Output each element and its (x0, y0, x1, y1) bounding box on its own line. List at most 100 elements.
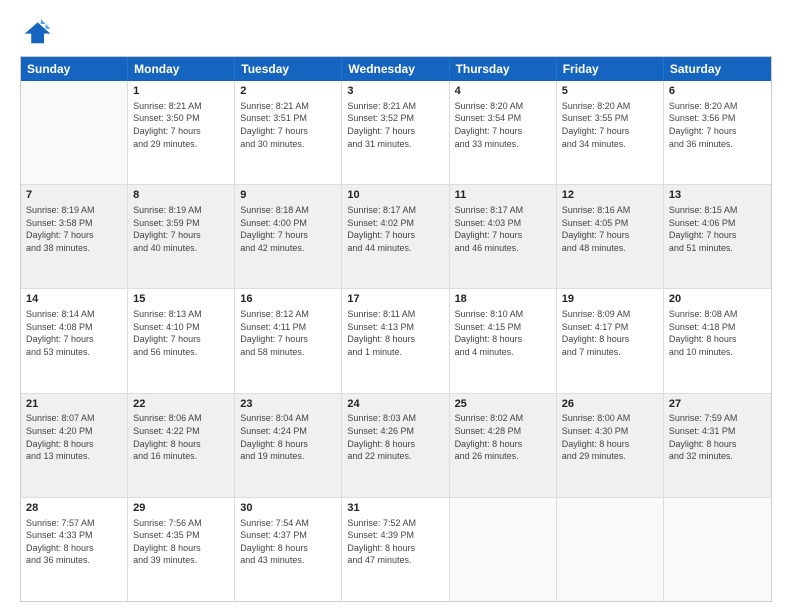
day-number: 16 (240, 292, 336, 307)
cell-info: Sunrise: 7:52 AM Sunset: 4:39 PM Dayligh… (347, 517, 443, 567)
calendar-cell (21, 81, 128, 184)
day-header-saturday: Saturday (664, 57, 771, 81)
calendar-cell: 19Sunrise: 8:09 AM Sunset: 4:17 PM Dayli… (557, 289, 664, 392)
cell-info: Sunrise: 8:04 AM Sunset: 4:24 PM Dayligh… (240, 412, 336, 462)
cell-info: Sunrise: 8:09 AM Sunset: 4:17 PM Dayligh… (562, 308, 658, 358)
day-number: 27 (669, 397, 766, 412)
day-number: 12 (562, 188, 658, 203)
calendar-cell: 26Sunrise: 8:00 AM Sunset: 4:30 PM Dayli… (557, 394, 664, 497)
calendar-week-2: 7Sunrise: 8:19 AM Sunset: 3:58 PM Daylig… (21, 184, 771, 288)
day-number: 31 (347, 501, 443, 516)
calendar-cell: 7Sunrise: 8:19 AM Sunset: 3:58 PM Daylig… (21, 185, 128, 288)
cell-info: Sunrise: 8:17 AM Sunset: 4:03 PM Dayligh… (455, 204, 551, 254)
cell-info: Sunrise: 8:12 AM Sunset: 4:11 PM Dayligh… (240, 308, 336, 358)
day-number: 10 (347, 188, 443, 203)
day-number: 30 (240, 501, 336, 516)
day-number: 28 (26, 501, 122, 516)
header (20, 16, 772, 48)
cell-info: Sunrise: 8:07 AM Sunset: 4:20 PM Dayligh… (26, 412, 122, 462)
logo-icon (20, 16, 52, 48)
calendar-cell: 20Sunrise: 8:08 AM Sunset: 4:18 PM Dayli… (664, 289, 771, 392)
cell-info: Sunrise: 8:21 AM Sunset: 3:52 PM Dayligh… (347, 100, 443, 150)
cell-info: Sunrise: 8:06 AM Sunset: 4:22 PM Dayligh… (133, 412, 229, 462)
cell-info: Sunrise: 8:21 AM Sunset: 3:50 PM Dayligh… (133, 100, 229, 150)
cell-info: Sunrise: 8:16 AM Sunset: 4:05 PM Dayligh… (562, 204, 658, 254)
day-number: 4 (455, 84, 551, 99)
day-number: 26 (562, 397, 658, 412)
calendar-cell: 16Sunrise: 8:12 AM Sunset: 4:11 PM Dayli… (235, 289, 342, 392)
day-number: 24 (347, 397, 443, 412)
day-number: 8 (133, 188, 229, 203)
day-header-thursday: Thursday (450, 57, 557, 81)
calendar-cell: 28Sunrise: 7:57 AM Sunset: 4:33 PM Dayli… (21, 498, 128, 601)
calendar-cell: 23Sunrise: 8:04 AM Sunset: 4:24 PM Dayli… (235, 394, 342, 497)
cell-info: Sunrise: 7:56 AM Sunset: 4:35 PM Dayligh… (133, 517, 229, 567)
day-number: 20 (669, 292, 766, 307)
day-number: 18 (455, 292, 551, 307)
calendar-cell: 30Sunrise: 7:54 AM Sunset: 4:37 PM Dayli… (235, 498, 342, 601)
calendar-cell (664, 498, 771, 601)
cell-info: Sunrise: 8:18 AM Sunset: 4:00 PM Dayligh… (240, 204, 336, 254)
day-number: 19 (562, 292, 658, 307)
cell-info: Sunrise: 8:03 AM Sunset: 4:26 PM Dayligh… (347, 412, 443, 462)
calendar-cell: 13Sunrise: 8:15 AM Sunset: 4:06 PM Dayli… (664, 185, 771, 288)
calendar-cell: 17Sunrise: 8:11 AM Sunset: 4:13 PM Dayli… (342, 289, 449, 392)
cell-info: Sunrise: 8:17 AM Sunset: 4:02 PM Dayligh… (347, 204, 443, 254)
calendar-cell: 29Sunrise: 7:56 AM Sunset: 4:35 PM Dayli… (128, 498, 235, 601)
cell-info: Sunrise: 8:14 AM Sunset: 4:08 PM Dayligh… (26, 308, 122, 358)
day-number: 17 (347, 292, 443, 307)
cell-info: Sunrise: 8:19 AM Sunset: 3:59 PM Dayligh… (133, 204, 229, 254)
calendar-cell: 21Sunrise: 8:07 AM Sunset: 4:20 PM Dayli… (21, 394, 128, 497)
day-number: 13 (669, 188, 766, 203)
calendar-cell: 6Sunrise: 8:20 AM Sunset: 3:56 PM Daylig… (664, 81, 771, 184)
cell-info: Sunrise: 8:20 AM Sunset: 3:54 PM Dayligh… (455, 100, 551, 150)
cell-info: Sunrise: 8:20 AM Sunset: 3:56 PM Dayligh… (669, 100, 766, 150)
day-number: 22 (133, 397, 229, 412)
day-number: 2 (240, 84, 336, 99)
day-header-wednesday: Wednesday (342, 57, 449, 81)
cell-info: Sunrise: 7:59 AM Sunset: 4:31 PM Dayligh… (669, 412, 766, 462)
day-number: 3 (347, 84, 443, 99)
calendar-cell: 10Sunrise: 8:17 AM Sunset: 4:02 PM Dayli… (342, 185, 449, 288)
calendar-cell: 3Sunrise: 8:21 AM Sunset: 3:52 PM Daylig… (342, 81, 449, 184)
day-number: 5 (562, 84, 658, 99)
cell-info: Sunrise: 8:19 AM Sunset: 3:58 PM Dayligh… (26, 204, 122, 254)
cell-info: Sunrise: 8:13 AM Sunset: 4:10 PM Dayligh… (133, 308, 229, 358)
calendar-cell: 2Sunrise: 8:21 AM Sunset: 3:51 PM Daylig… (235, 81, 342, 184)
calendar-week-4: 21Sunrise: 8:07 AM Sunset: 4:20 PM Dayli… (21, 393, 771, 497)
day-header-sunday: Sunday (21, 57, 128, 81)
day-number: 11 (455, 188, 551, 203)
cell-info: Sunrise: 8:11 AM Sunset: 4:13 PM Dayligh… (347, 308, 443, 358)
calendar-cell: 27Sunrise: 7:59 AM Sunset: 4:31 PM Dayli… (664, 394, 771, 497)
page: SundayMondayTuesdayWednesdayThursdayFrid… (0, 0, 792, 612)
cell-info: Sunrise: 8:08 AM Sunset: 4:18 PM Dayligh… (669, 308, 766, 358)
day-header-monday: Monday (128, 57, 235, 81)
day-number: 15 (133, 292, 229, 307)
logo (20, 16, 56, 48)
cell-info: Sunrise: 7:54 AM Sunset: 4:37 PM Dayligh… (240, 517, 336, 567)
day-number: 21 (26, 397, 122, 412)
calendar: SundayMondayTuesdayWednesdayThursdayFrid… (20, 56, 772, 602)
calendar-cell: 9Sunrise: 8:18 AM Sunset: 4:00 PM Daylig… (235, 185, 342, 288)
calendar-cell: 1Sunrise: 8:21 AM Sunset: 3:50 PM Daylig… (128, 81, 235, 184)
day-number: 7 (26, 188, 122, 203)
day-number: 25 (455, 397, 551, 412)
calendar-cell: 5Sunrise: 8:20 AM Sunset: 3:55 PM Daylig… (557, 81, 664, 184)
calendar-cell (557, 498, 664, 601)
calendar-cell: 8Sunrise: 8:19 AM Sunset: 3:59 PM Daylig… (128, 185, 235, 288)
calendar-cell: 25Sunrise: 8:02 AM Sunset: 4:28 PM Dayli… (450, 394, 557, 497)
day-number: 1 (133, 84, 229, 99)
day-number: 14 (26, 292, 122, 307)
day-number: 6 (669, 84, 766, 99)
calendar-cell: 31Sunrise: 7:52 AM Sunset: 4:39 PM Dayli… (342, 498, 449, 601)
calendar-cell: 12Sunrise: 8:16 AM Sunset: 4:05 PM Dayli… (557, 185, 664, 288)
cell-info: Sunrise: 8:20 AM Sunset: 3:55 PM Dayligh… (562, 100, 658, 150)
calendar-cell: 15Sunrise: 8:13 AM Sunset: 4:10 PM Dayli… (128, 289, 235, 392)
cell-info: Sunrise: 8:21 AM Sunset: 3:51 PM Dayligh… (240, 100, 336, 150)
calendar-week-5: 28Sunrise: 7:57 AM Sunset: 4:33 PM Dayli… (21, 497, 771, 601)
calendar-cell (450, 498, 557, 601)
cell-info: Sunrise: 8:02 AM Sunset: 4:28 PM Dayligh… (455, 412, 551, 462)
calendar-body: 1Sunrise: 8:21 AM Sunset: 3:50 PM Daylig… (21, 81, 771, 601)
calendar-cell: 24Sunrise: 8:03 AM Sunset: 4:26 PM Dayli… (342, 394, 449, 497)
calendar-week-1: 1Sunrise: 8:21 AM Sunset: 3:50 PM Daylig… (21, 81, 771, 184)
